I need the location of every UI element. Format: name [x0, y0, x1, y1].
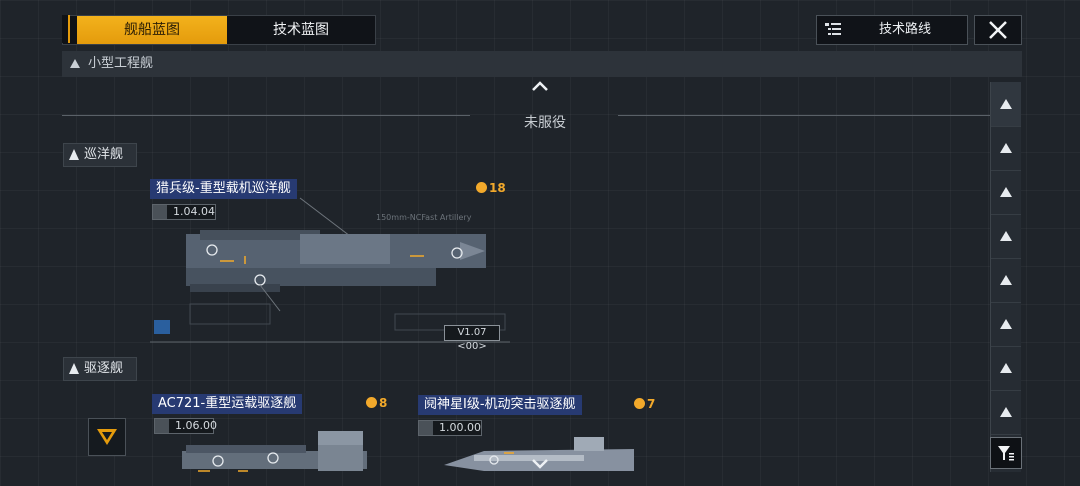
ship-card-3[interactable]: 阋神星I级-机动突击驱逐舰 1.00.00 7: [418, 393, 668, 486]
class-icon: [1000, 99, 1012, 109]
section-title: 未服役: [524, 115, 566, 131]
badge-icon: [97, 429, 117, 445]
category-bar[interactable]: 小型工程舰: [62, 51, 1022, 77]
ship-class-rail: [990, 82, 1021, 472]
blueprint-version: V1.07 <00>: [444, 325, 500, 352]
rail-class-4[interactable]: [991, 214, 1021, 259]
ship-card-1[interactable]: 猎兵级-重型载机巡洋舰 1.04.04 18 150mm-NCFast Arti…: [150, 176, 520, 352]
chevron-down-icon[interactable]: [531, 458, 549, 470]
tab-fleet-blueprint[interactable]: 舰船蓝图: [77, 16, 227, 44]
version-icon: [155, 419, 169, 433]
chevron-up-icon[interactable]: [531, 80, 549, 92]
class-icon: [1000, 319, 1012, 329]
ship-name: 阋神星I级-机动突击驱逐舰: [418, 395, 582, 415]
section-divider-left: [62, 115, 470, 116]
ship-cost: 8: [366, 396, 387, 410]
cruiser-class-icon: [69, 149, 79, 160]
section-divider-right: [618, 115, 990, 116]
rail-class-7[interactable]: [991, 346, 1021, 391]
coin-icon: [634, 398, 645, 409]
class-icon: [1000, 363, 1012, 373]
ship-blueprint-image: 150mm-NCFast Artillery: [150, 197, 510, 343]
close-button[interactable]: [974, 15, 1022, 45]
category-label: 小型工程舰: [88, 56, 154, 71]
ship-cost: 7: [634, 397, 655, 411]
coin-icon: [366, 397, 377, 408]
class-icon: [1000, 187, 1012, 197]
rail-class-5[interactable]: [991, 258, 1021, 303]
close-icon: [989, 21, 1007, 39]
class-icon: [1000, 143, 1012, 153]
tab-accent-mark: [62, 15, 70, 43]
class-icon: [1000, 231, 1012, 241]
group-destroyer-label: 驱逐舰: [84, 361, 124, 376]
ship-cost: 18: [476, 181, 506, 195]
svg-text:150mm-NCFast Artillery: 150mm-NCFast Artillery: [376, 213, 472, 222]
group-cruiser-label: 巡洋舰: [84, 147, 124, 162]
ship-card-2[interactable]: AC721-重型运载驱逐舰 1.06.00 8: [152, 393, 392, 486]
rail-class-1[interactable]: [991, 82, 1021, 127]
filter-button[interactable]: [990, 437, 1022, 469]
ship-name: AC721-重型运载驱逐舰: [152, 394, 303, 414]
blueprint-type-icon: [154, 320, 170, 334]
rail-class-3[interactable]: [991, 170, 1021, 215]
rail-class-8[interactable]: [991, 390, 1021, 435]
tab-tech-blueprint[interactable]: 技术蓝图: [227, 16, 375, 44]
class-icon: [1000, 407, 1012, 417]
rail-class-2[interactable]: [991, 126, 1021, 171]
coin-icon: [476, 182, 487, 193]
tree-list-icon: [825, 23, 841, 35]
ship-class-icon: [70, 59, 80, 68]
group-destroyer: 驱逐舰: [63, 357, 137, 381]
badge-button[interactable]: [88, 418, 126, 456]
ship-blueprint-image: [182, 431, 367, 472]
filter-icon: [998, 446, 1014, 461]
blueprint-tabs: 舰船蓝图 技术蓝图: [62, 15, 376, 45]
group-cruiser: 巡洋舰: [63, 143, 137, 167]
version-icon: [419, 421, 433, 435]
rail-class-6[interactable]: [991, 302, 1021, 347]
tech-route-button[interactable]: 技术路线: [816, 15, 968, 45]
ship-version: 1.00.00: [418, 420, 482, 436]
destroyer-class-icon: [69, 363, 79, 374]
tech-route-label: 技术路线: [879, 22, 932, 37]
class-icon: [1000, 275, 1012, 285]
